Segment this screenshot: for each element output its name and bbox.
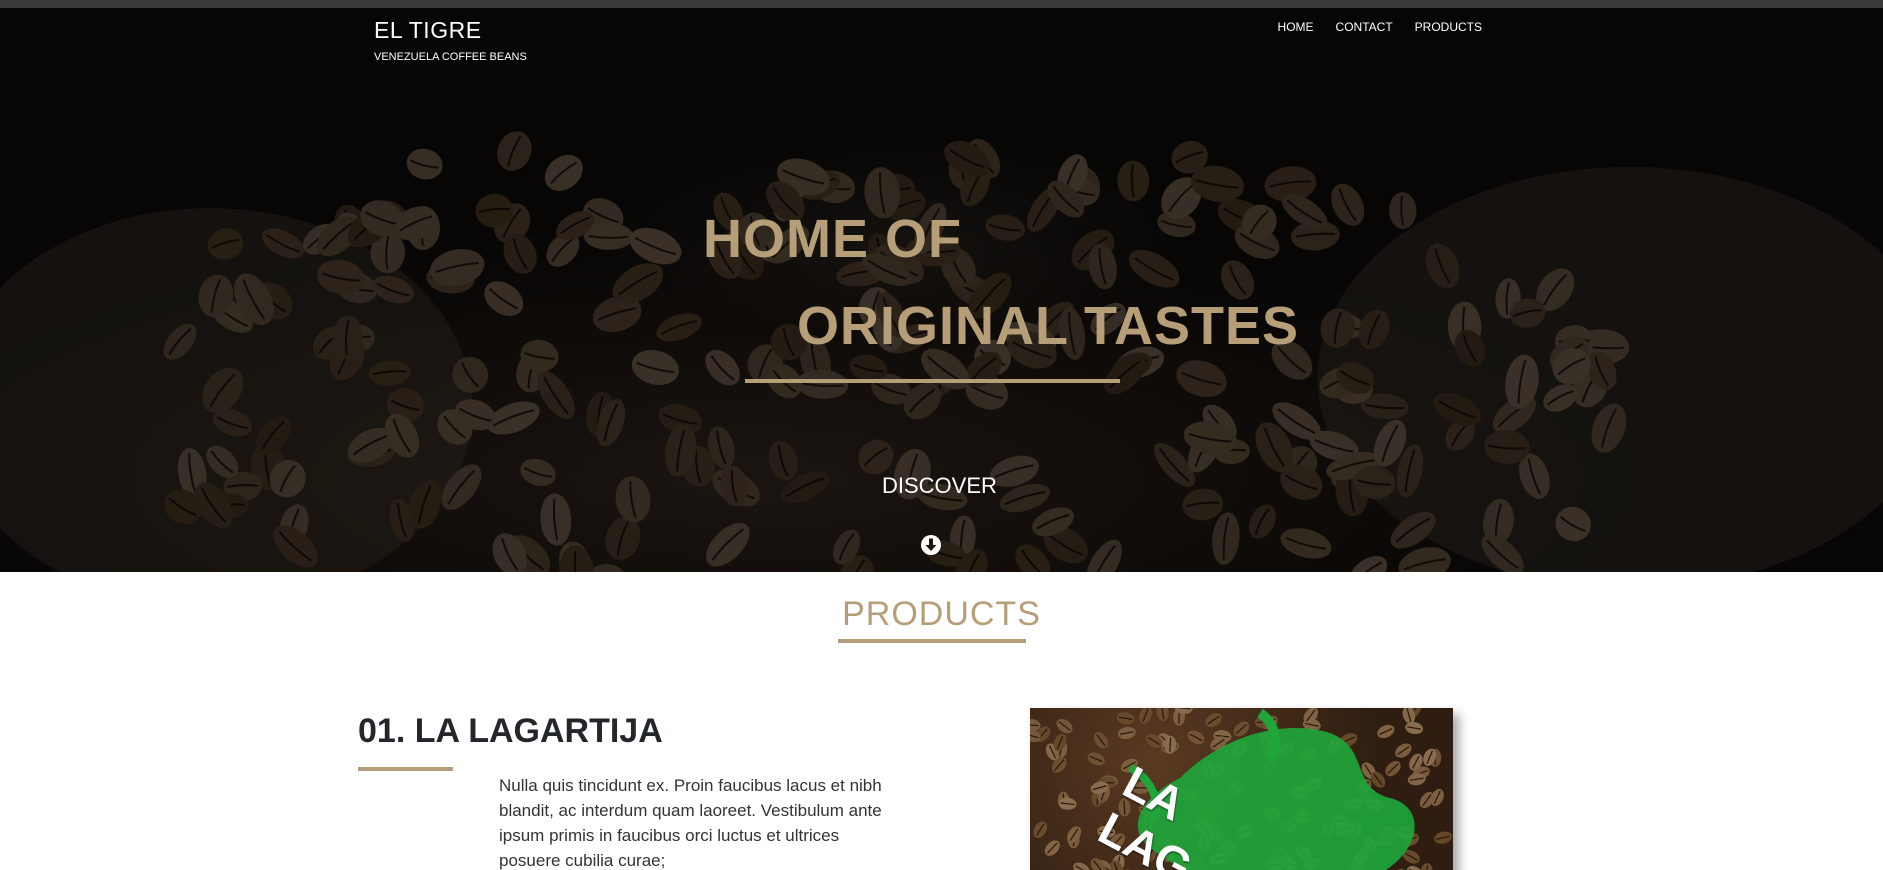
discover-link[interactable]: DISCOVER [882,473,997,499]
hero-section: EL TIGRE VENEZUELA COFFEE BEANS HOME CON… [0,8,1883,572]
brand-subtitle: VENEZUELA COFFEE BEANS [374,51,527,63]
arrow-down-circle-icon[interactable] [920,534,942,556]
browser-top-strip [0,0,1883,8]
hero-heading-line2: ORIGINAL TASTES [797,296,1300,356]
product-title-underline [358,767,453,771]
nav-contact-link[interactable]: CONTACT [1336,20,1393,34]
nav-home-link[interactable]: HOME [1278,20,1314,34]
nav-products-link[interactable]: PRODUCTS [1415,20,1482,34]
hero-divider [745,379,1120,383]
product-item-description: Nulla quis tincidunt ex. Proin faucibus … [499,776,882,870]
products-section-title: PRODUCTS [842,595,1041,633]
product-image-la-lagartija: LA LAG [1030,708,1453,870]
products-title-underline [838,639,1026,643]
hero-heading-line1: HOME OF [703,209,962,269]
product-item-title: 01. LA LAGARTIJA [358,712,663,750]
main-nav: HOME CONTACT PRODUCTS [1278,20,1482,34]
brand-title[interactable]: EL TIGRE [374,17,482,44]
